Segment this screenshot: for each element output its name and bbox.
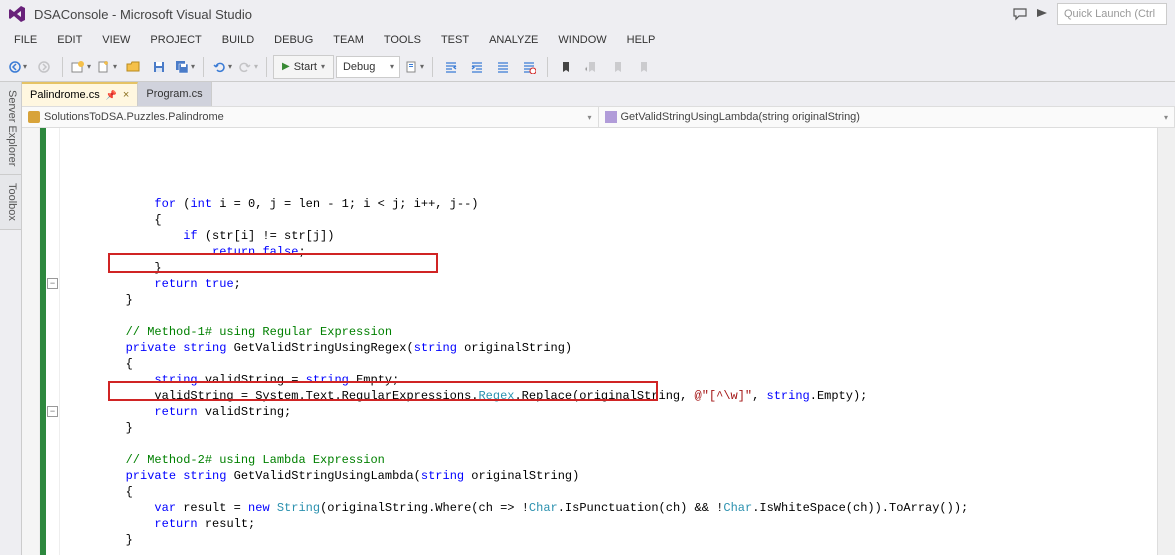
code-line: var result = new String(originalString.W…	[68, 500, 1157, 516]
window-title: DSAConsole - Microsoft Visual Studio	[34, 7, 252, 22]
title-bar: DSAConsole - Microsoft Visual Studio Qui…	[0, 0, 1175, 28]
nav-member-label: GetValidStringUsingLambda(string origina…	[621, 111, 860, 123]
method-icon	[605, 111, 617, 123]
menu-analyze[interactable]: ANALYZE	[479, 31, 548, 49]
code-line: if (str[i] != str[j])	[68, 228, 1157, 244]
code-line: }	[68, 420, 1157, 436]
menu-edit[interactable]: EDIT	[47, 31, 92, 49]
undo-button[interactable]	[210, 55, 234, 79]
code-line: private string GetValidStringUsingLambda…	[68, 468, 1157, 484]
code-line: }	[68, 260, 1157, 276]
navigation-bar: SolutionsToDSA.Puzzles.Palindrome GetVal…	[22, 106, 1175, 128]
code-line: private string GetValidStringUsingRegex(…	[68, 340, 1157, 356]
code-line	[68, 548, 1157, 555]
code-line: return false;	[68, 244, 1157, 260]
close-icon[interactable]: ×	[123, 89, 129, 101]
uncomment-button[interactable]	[517, 55, 541, 79]
code-text[interactable]: for (int i = 0, j = len - 1; i < j; i++,…	[60, 128, 1157, 555]
clear-bookmarks-button[interactable]	[632, 55, 656, 79]
file-tab[interactable]: Program.cs	[138, 82, 211, 106]
play-icon: ▶	[282, 61, 290, 72]
new-project-button[interactable]	[69, 55, 93, 79]
nav-back-button[interactable]	[6, 55, 30, 79]
menu-file[interactable]: FILE	[4, 31, 47, 49]
vs-logo-icon	[8, 5, 26, 23]
feedback-icon[interactable]	[1009, 3, 1031, 25]
code-line: string validString = string.Empty;	[68, 372, 1157, 388]
next-bookmark-button[interactable]	[606, 55, 630, 79]
open-file-button[interactable]	[121, 55, 145, 79]
save-button[interactable]	[147, 55, 171, 79]
collapse-toggle[interactable]: −	[47, 278, 58, 289]
glyph-margin	[22, 128, 40, 555]
menu-tools[interactable]: TOOLS	[374, 31, 431, 49]
file-tab-strip: Palindrome.cs 📌 × Program.cs	[22, 82, 1175, 106]
side-tab-toolbox[interactable]: Toolbox	[0, 175, 21, 230]
code-line: validString = System.Text.RegularExpress…	[68, 388, 1157, 404]
nav-member-combo[interactable]: GetValidStringUsingLambda(string origina…	[599, 107, 1175, 127]
side-tab-server-explorer[interactable]: Server Explorer	[0, 82, 21, 175]
toolbar: ▶ Start ▾ Debug	[0, 52, 1175, 82]
code-line: {	[68, 356, 1157, 372]
code-line: {	[68, 484, 1157, 500]
menu-team[interactable]: TEAM	[323, 31, 374, 49]
file-tab-label: Palindrome.cs	[30, 89, 100, 101]
redo-button[interactable]	[236, 55, 260, 79]
code-line: for (int i = 0, j = len - 1; i < j; i++,…	[68, 196, 1157, 212]
indent-right-button[interactable]	[465, 55, 489, 79]
save-all-button[interactable]	[173, 55, 197, 79]
code-editor[interactable]: − − for (int i = 0, j = len - 1; i < j; …	[22, 128, 1175, 555]
menu-window[interactable]: WINDOW	[548, 31, 616, 49]
code-line	[68, 308, 1157, 324]
prev-bookmark-button[interactable]	[580, 55, 604, 79]
pin-icon[interactable]: 📌	[106, 90, 117, 101]
nav-class-combo[interactable]: SolutionsToDSA.Puzzles.Palindrome	[22, 107, 599, 127]
class-icon	[28, 111, 40, 123]
code-line: }	[68, 532, 1157, 548]
code-line: // Method-2# using Lambda Expression	[68, 452, 1157, 468]
config-combo[interactable]: Debug	[336, 56, 400, 78]
menu-help[interactable]: HELP	[617, 31, 666, 49]
code-line: {	[68, 212, 1157, 228]
add-item-button[interactable]	[95, 55, 119, 79]
code-line: return result;	[68, 516, 1157, 532]
quick-launch-placeholder: Quick Launch (Ctrl	[1064, 8, 1155, 20]
code-line: // Method-1# using Regular Expression	[68, 324, 1157, 340]
code-line	[68, 436, 1157, 452]
file-tab[interactable]: Palindrome.cs 📌 ×	[22, 82, 138, 106]
menu-build[interactable]: BUILD	[212, 31, 264, 49]
menu-bar: FILEEDITVIEWPROJECTBUILDDEBUGTEAMTOOLSTE…	[0, 28, 1175, 52]
collapse-toggle[interactable]: −	[47, 406, 58, 417]
side-tab-well: Server ExplorerToolbox	[0, 82, 22, 555]
config-label: Debug	[343, 61, 375, 73]
nav-forward-button[interactable]	[32, 55, 56, 79]
platform-button[interactable]	[402, 55, 426, 79]
flag-icon[interactable]	[1031, 3, 1053, 25]
code-line: }	[68, 292, 1157, 308]
menu-test[interactable]: TEST	[431, 31, 479, 49]
outline-margin: − −	[46, 128, 60, 555]
menu-debug[interactable]: DEBUG	[264, 31, 323, 49]
indent-left-button[interactable]	[439, 55, 463, 79]
menu-project[interactable]: PROJECT	[140, 31, 211, 49]
start-label: Start	[294, 61, 317, 73]
vertical-scrollbar[interactable]	[1157, 128, 1175, 555]
code-line: return true;	[68, 276, 1157, 292]
nav-class-label: SolutionsToDSA.Puzzles.Palindrome	[44, 111, 224, 123]
file-tab-label: Program.cs	[146, 88, 202, 100]
bookmark-button[interactable]	[554, 55, 578, 79]
menu-view[interactable]: VIEW	[92, 31, 140, 49]
comment-button[interactable]	[491, 55, 515, 79]
quick-launch-input[interactable]: Quick Launch (Ctrl	[1057, 3, 1167, 25]
editor-area: Palindrome.cs 📌 × Program.cs SolutionsToDSA…	[22, 82, 1175, 555]
start-debug-button[interactable]: ▶ Start ▾	[273, 55, 334, 79]
code-line: return validString;	[68, 404, 1157, 420]
